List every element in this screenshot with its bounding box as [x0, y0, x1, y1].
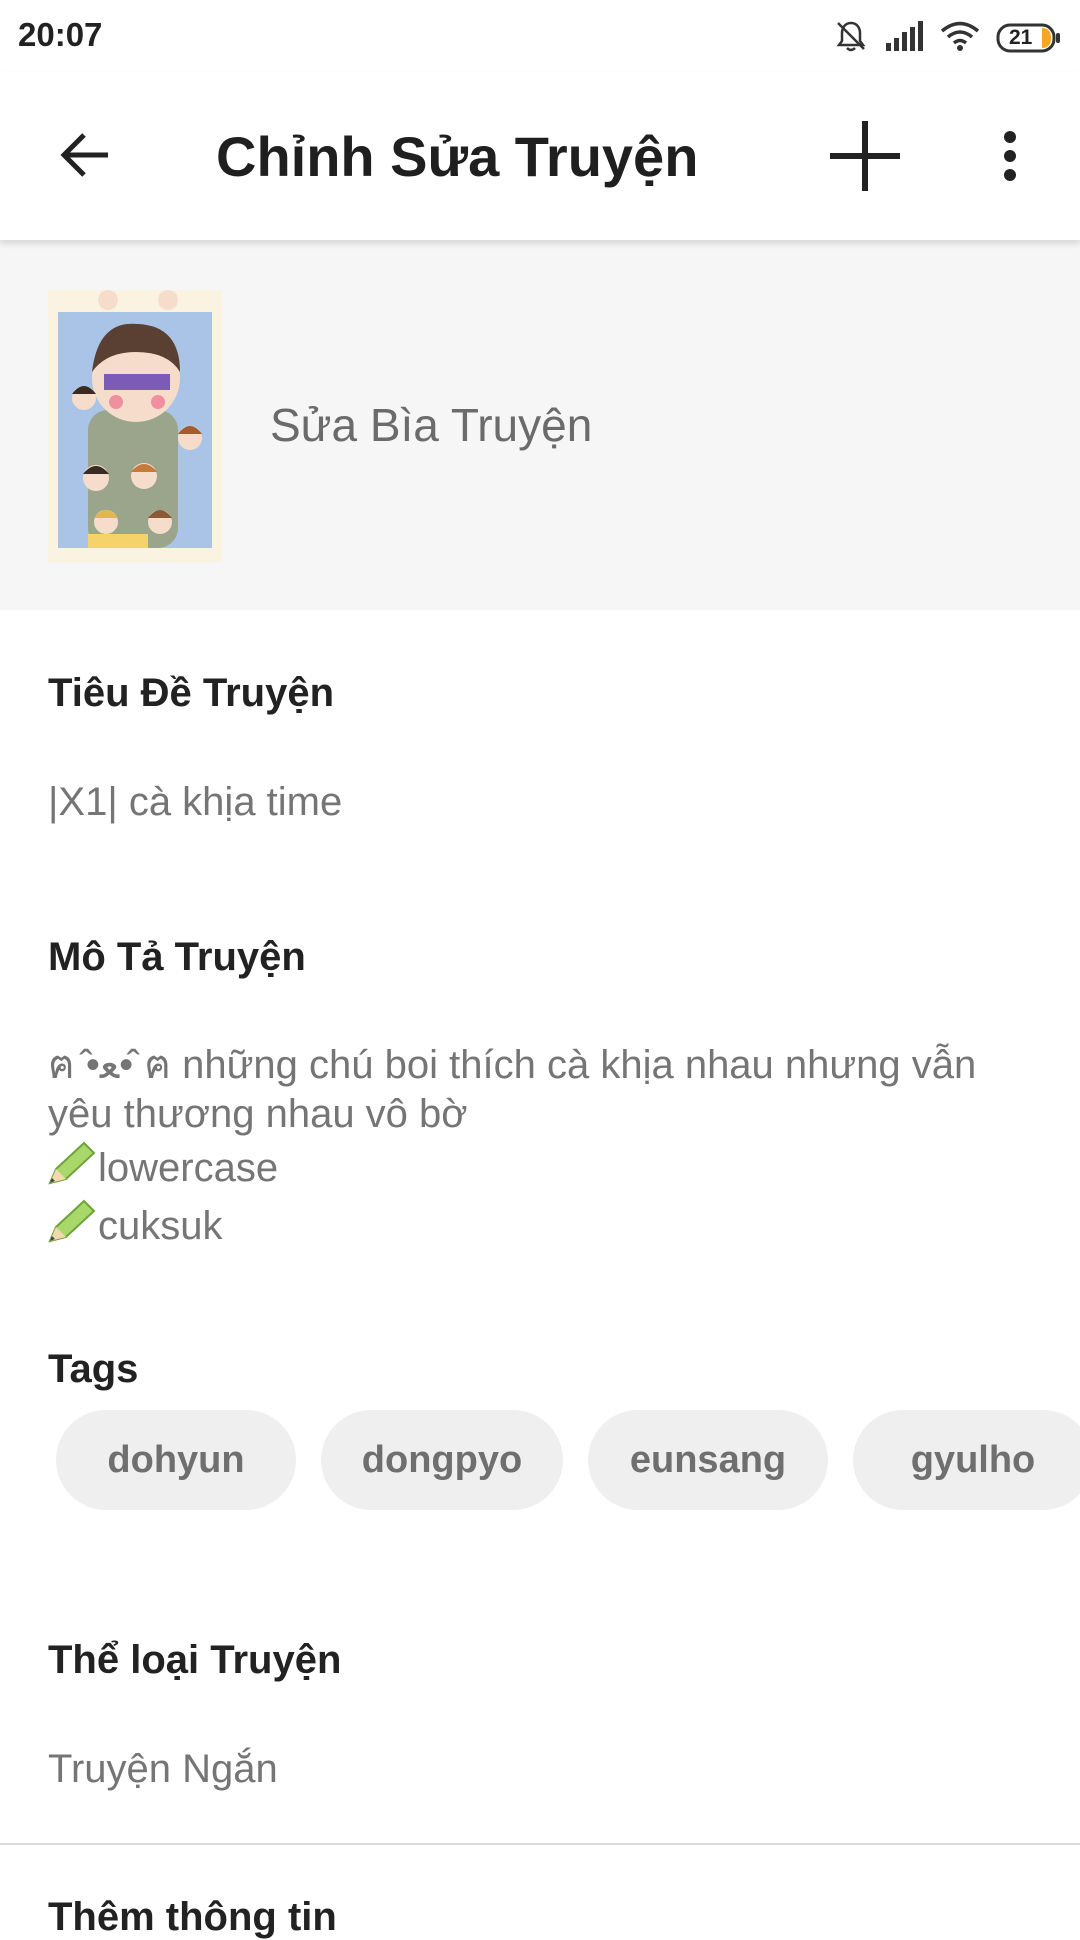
description-line: lowercase: [48, 1139, 976, 1197]
tags-label: Tags: [48, 1347, 139, 1391]
description-line-text: cuksuk: [98, 1203, 223, 1248]
description-label: Mô Tả Truyện: [48, 935, 306, 979]
battery-level: 21: [1009, 26, 1033, 49]
cover-image[interactable]: [48, 290, 222, 562]
description-line-text: lowercase: [98, 1145, 279, 1190]
description-line: yêu thương nhau vô bờ: [48, 1092, 468, 1136]
description-line: ฅ ̂•ﻌ• ̂ฅ những chú boi thích cà khịa nh…: [48, 1043, 977, 1087]
more-options-button[interactable]: [965, 108, 1055, 208]
status-bar: 20:07 21: [0, 0, 1080, 72]
battery-icon: 21: [996, 23, 1062, 53]
status-icons: 21: [834, 18, 1062, 58]
more-vert-icon: [1002, 130, 1018, 187]
signal-icon: [884, 20, 924, 56]
divider: [0, 1843, 1080, 1845]
description-line: cuksuk: [48, 1197, 976, 1255]
edit-cover-label: Sửa Bìa Truyện: [270, 399, 593, 451]
back-button[interactable]: [40, 112, 130, 202]
pencil-icon: [48, 1197, 98, 1255]
plus-icon: [828, 119, 902, 198]
wifi-icon: [940, 20, 980, 57]
more-info-label[interactable]: Thêm thông tin: [48, 1895, 337, 1940]
back-arrow-icon: [58, 130, 112, 185]
tags-list: dohyun dongpyo eunsang gyulho: [56, 1410, 1080, 1510]
story-title-label: Tiêu Đề Truyện: [48, 671, 335, 715]
status-time: 20:07: [18, 16, 103, 53]
story-title-input[interactable]: |X1| cà khịa time: [48, 778, 342, 827]
tag-chip[interactable]: dohyun: [56, 1410, 296, 1510]
tag-chip[interactable]: dongpyo: [321, 1410, 563, 1510]
description-input[interactable]: ฅ ̂•ﻌ• ̂ฅ những chú boi thích cà khịa nh…: [48, 1041, 976, 1255]
pencil-icon: [48, 1139, 98, 1197]
tag-chip[interactable]: eunsang: [588, 1410, 828, 1510]
bell-off-icon: [834, 19, 868, 58]
add-part-button[interactable]: [815, 108, 915, 208]
category-label: Thể loại Truyện: [48, 1638, 342, 1682]
app-bar: Chỉnh Sửa Truyện: [0, 72, 1080, 240]
edit-cover-row[interactable]: Sửa Bìa Truyện: [0, 240, 1080, 610]
page-title: Chỉnh Sửa Truyện: [216, 125, 699, 188]
category-value[interactable]: Truyện Ngắn: [48, 1745, 278, 1794]
tag-chip[interactable]: gyulho: [853, 1410, 1080, 1510]
